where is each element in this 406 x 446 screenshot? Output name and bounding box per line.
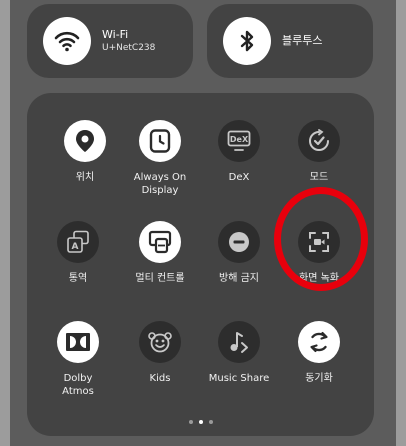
tile-location[interactable]: 위치	[45, 120, 125, 185]
modes-icon	[309, 129, 329, 151]
tile-multi-control-label: 멀티 컨트롤	[135, 273, 185, 284]
tile-do-not-disturb-label: 방해 금지	[219, 273, 259, 284]
tile-sync-label: 동기화	[305, 373, 333, 384]
tile-always-on-display-label: Always On Display	[133, 172, 187, 196]
tile-modes-label: 모드	[309, 172, 329, 183]
tile-dex-button[interactable]: DeX	[218, 120, 260, 162]
wifi-toggle[interactable]	[43, 17, 91, 65]
tile-music-share[interactable]: Music Share	[199, 321, 279, 386]
tile-location-button[interactable]	[64, 120, 106, 162]
tile-sync[interactable]: 동기화	[279, 321, 359, 386]
dex-icon: DeX	[227, 130, 251, 151]
wifi-card[interactable]: Wi-Fi U+NetC238	[27, 4, 193, 78]
tile-kids-label: Kids	[149, 373, 171, 384]
bluetooth-toggle[interactable]	[223, 17, 271, 65]
bluetooth-title: 블루투스	[282, 34, 323, 48]
tile-dex-label: DeX	[228, 172, 250, 183]
tile-dex[interactable]: DeX DeX	[199, 120, 279, 185]
tile-screen-recorder-label: 화면 녹화	[299, 273, 339, 284]
clock-icon	[149, 129, 171, 153]
tile-modes[interactable]: 모드	[279, 120, 359, 185]
page-indicator[interactable]	[27, 420, 374, 424]
kids-icon	[148, 332, 172, 353]
do-not-disturb-icon	[229, 232, 249, 252]
tile-dolby-atmos-button[interactable]	[57, 321, 99, 363]
tile-dolby-atmos[interactable]: Dolby Atmos	[38, 321, 118, 398]
tile-kids-button[interactable]	[139, 321, 181, 363]
wifi-title: Wi-Fi	[102, 28, 129, 41]
dolby-atmos-icon	[66, 333, 90, 351]
bluetooth-icon	[240, 30, 254, 52]
tile-kids[interactable]: Kids	[120, 321, 200, 386]
music-share-icon	[230, 332, 248, 353]
tile-always-on-display[interactable]: Always On Display	[120, 120, 200, 197]
tile-dolby-atmos-label: Dolby Atmos	[62, 373, 94, 397]
tile-interpreter-button[interactable]: A	[57, 221, 99, 263]
svg-text:A: A	[72, 242, 79, 252]
tile-music-share-label: Music Share	[208, 373, 270, 384]
screen-recorder-icon	[309, 232, 329, 252]
svg-text:DeX: DeX	[230, 135, 249, 144]
tile-modes-button[interactable]	[298, 120, 340, 162]
tile-do-not-disturb-button[interactable]	[218, 221, 260, 263]
tile-interpreter-label: 통역	[68, 273, 88, 284]
tile-interpreter[interactable]: A 통역	[38, 221, 118, 286]
sync-icon	[310, 331, 328, 353]
tile-screen-recorder[interactable]: 화면 녹화	[279, 221, 359, 286]
page-dot[interactable]	[188, 420, 193, 424]
page-dot[interactable]	[208, 420, 213, 424]
bluetooth-card[interactable]: 블루투스	[207, 4, 373, 78]
multi-control-icon	[148, 230, 172, 254]
tile-location-label: 위치	[75, 172, 95, 183]
tile-do-not-disturb[interactable]: 방해 금지	[199, 221, 279, 286]
quick-settings-panel: 위치 Always On Display DeX DeX 모드 A 통역 멀티 …	[27, 93, 374, 436]
tile-always-on-display-button[interactable]	[139, 120, 181, 162]
tile-sync-button[interactable]	[298, 321, 340, 363]
interpreter-icon: A	[67, 230, 89, 253]
page-dot-current[interactable]	[198, 420, 203, 424]
tile-music-share-button[interactable]	[218, 321, 260, 363]
wifi-icon	[54, 31, 80, 52]
location-pin-icon	[76, 130, 94, 152]
tile-multi-control[interactable]: 멀티 컨트롤	[120, 221, 200, 286]
tile-multi-control-button[interactable]	[139, 221, 181, 263]
wifi-network-name: U+NetC238	[102, 43, 156, 54]
tile-screen-recorder-button[interactable]	[298, 221, 340, 263]
